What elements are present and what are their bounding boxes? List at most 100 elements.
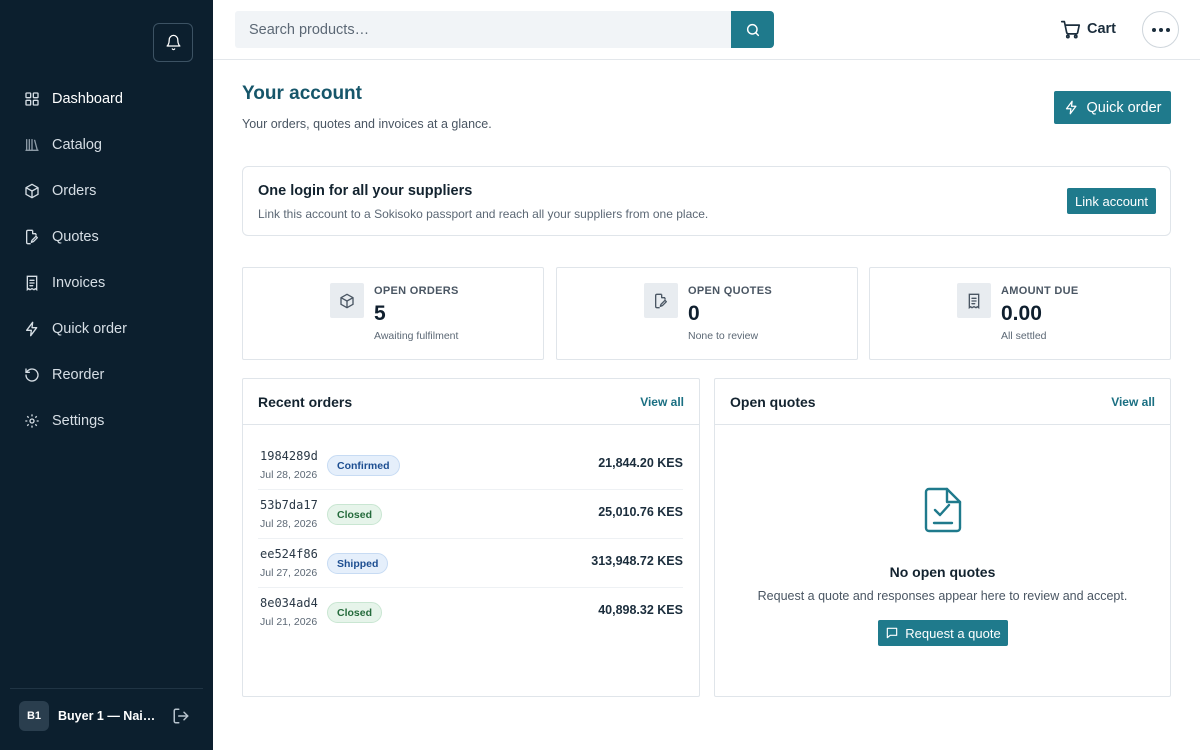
sidebar-item-invoices[interactable]: Invoices [0,260,213,306]
sidebar-item-orders[interactable]: Orders [0,168,213,214]
quick-order-button[interactable]: Quick order [1054,91,1171,124]
cart-icon [1060,20,1081,38]
request-quote-button[interactable]: Request a quote [878,620,1008,646]
order-id: 53b7da17 [260,498,318,512]
table-row[interactable]: ee524f86 Jul 27, 2026 Shipped 313,948.72… [258,539,683,588]
user-name: Buyer 1 — Nairobi [58,709,158,723]
file-pen-icon [644,283,678,318]
order-amount: 25,010.76 KES [598,505,683,519]
panel-title: Recent orders [258,394,353,410]
file-pen-icon [24,229,40,245]
page-title: Your account [242,83,362,104]
recent-orders-panel: Recent orders View all 1984289d Jul 28, … [242,378,700,697]
sidebar-item-quick-order[interactable]: Quick order [0,306,213,352]
order-amount: 313,948.72 KES [591,554,683,568]
table-row[interactable]: 53b7da17 Jul 28, 2026 Closed 25,010.76 K… [258,490,683,539]
gear-icon [24,413,40,429]
user-profile[interactable]: B1 Buyer 1 — Nairobi [19,701,199,731]
stat-value: 5 [374,302,386,325]
link-account-card: One login for all your suppliers Link th… [242,166,1171,236]
books-icon [24,137,40,153]
stat-label: AMOUNT DUE [1001,285,1079,297]
page-subtitle: Your orders, quotes and invoices at a gl… [242,117,492,131]
order-id: 1984289d [260,449,318,463]
sidebar-item-dashboard[interactable]: Dashboard [0,76,213,122]
more-options-button[interactable] [1142,11,1179,48]
panel-title: Open quotes [730,394,816,410]
order-amount: 21,844.20 KES [598,456,683,470]
open-quotes-panel: Open quotes View all No open quotes Requ… [714,378,1171,697]
order-id: 8e034ad4 [260,596,318,610]
status-badge: Confirmed [327,455,400,476]
request-quote-label: Request a quote [905,625,1001,641]
stat-sub: All settled [1001,330,1047,342]
ellipsis-icon [1151,27,1170,32]
order-date: Jul 21, 2026 [260,616,318,628]
view-all-orders-link[interactable]: View all [640,395,684,409]
sidebar-item-reorder[interactable]: Reorder [0,352,213,398]
box-icon [330,283,364,318]
history-icon [24,367,40,383]
order-id: ee524f86 [260,547,318,561]
order-date: Jul 28, 2026 [260,518,318,530]
order-date: Jul 27, 2026 [260,567,318,579]
search-button[interactable] [731,11,774,48]
stat-card-open-orders: OPEN ORDERS 5 Awaiting fulfilment [242,267,544,360]
quick-order-label: Quick order [1086,99,1162,116]
sidebar-item-catalog[interactable]: Catalog [0,122,213,168]
stat-label: OPEN ORDERS [374,285,459,297]
logout-icon[interactable] [172,707,190,725]
bell-icon [165,34,181,51]
cart-label: Cart [1087,21,1117,37]
order-date: Jul 28, 2026 [260,469,318,481]
status-badge: Closed [327,504,383,525]
link-card-title: One login for all your suppliers [258,183,473,199]
stat-card-open-quotes: OPEN QUOTES 0 None to review [556,267,858,360]
order-amount: 40,898.32 KES [598,603,683,617]
notifications-button[interactable] [153,23,193,62]
topbar: Cart [213,0,1200,60]
sidebar-item-quotes[interactable]: Quotes [0,214,213,260]
panel-header: Recent orders View all [243,379,699,425]
search-icon [746,23,759,36]
stat-sub: None to review [688,330,759,342]
receipt-icon [957,283,991,318]
grid-icon [24,91,40,107]
status-badge: Closed [327,602,383,623]
search-input[interactable] [235,11,731,48]
stat-sub: Awaiting fulfilment [374,330,459,342]
sidebar-divider [10,688,203,689]
stat-value: 0 [688,302,700,325]
sidebar-item-settings[interactable]: Settings [0,398,213,444]
bolt-icon [1064,100,1079,115]
sidebar-item-label: Quick order [52,321,127,337]
sidebar-item-label: Catalog [52,137,102,153]
sidebar-item-label: Invoices [52,275,106,291]
document-check-icon [924,487,962,533]
link-account-button[interactable]: Link account [1067,188,1156,214]
sidebar-item-label: Orders [52,183,97,199]
view-all-quotes-link[interactable]: View all [1111,395,1155,409]
bolt-icon [24,321,40,337]
stat-card-amount-due: AMOUNT DUE 0.00 All settled [869,267,1171,360]
chat-bubble-icon [885,626,899,640]
cart-button[interactable]: Cart [1060,17,1116,41]
table-row[interactable]: 8e034ad4 Jul 21, 2026 Closed 40,898.32 K… [258,588,683,637]
sidebar-item-label: Quotes [52,229,99,245]
stat-value: 0.00 [1001,302,1042,325]
box-icon [24,183,40,199]
table-row[interactable]: 1984289d Jul 28, 2026 Confirmed 21,844.2… [258,441,683,490]
sidebar: Dashboard Catalog Orders Quotes Invoices… [0,0,213,750]
avatar: B1 [19,701,49,731]
link-card-description: Link this account to a Sokisoko passport… [258,207,709,221]
sidebar-item-label: Reorder [52,367,105,383]
receipt-icon [24,275,40,291]
sidebar-nav: Dashboard Catalog Orders Quotes Invoices… [0,76,213,444]
sidebar-item-label: Dashboard [52,91,123,107]
stat-label: OPEN QUOTES [688,285,772,297]
empty-state-description: Request a quote and responses appear her… [757,589,1128,603]
status-badge: Shipped [327,553,389,574]
sidebar-item-label: Settings [52,413,105,429]
panel-header: Open quotes View all [715,379,1170,425]
empty-state-title: No open quotes [889,564,996,580]
